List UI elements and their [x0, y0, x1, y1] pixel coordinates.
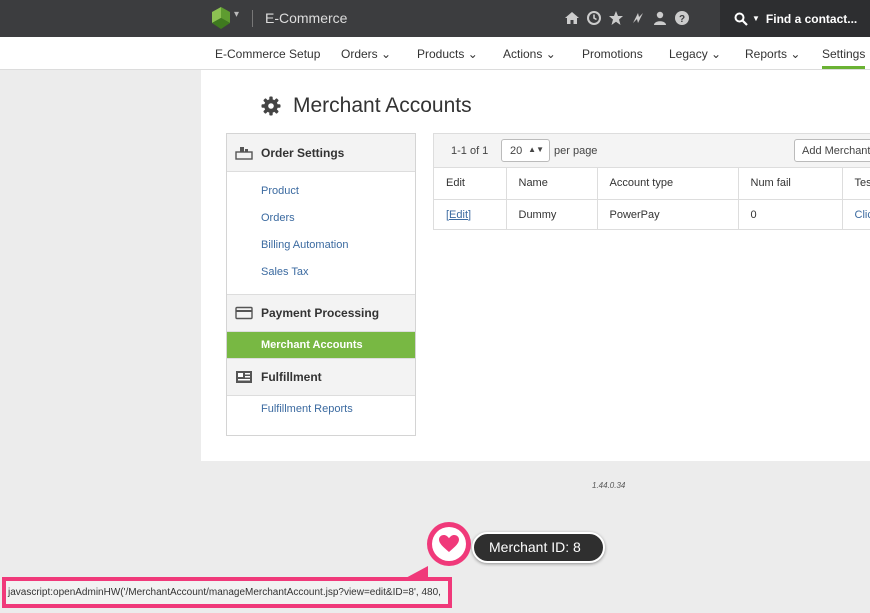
contact-search[interactable]: ▼ Find a contact... [720, 0, 870, 37]
star-icon[interactable] [608, 10, 624, 26]
add-merchant-account-button[interactable]: Add Merchant Account [794, 139, 870, 162]
chevron-down-icon: ⌄ [381, 47, 392, 61]
merchant-id-tooltip: Merchant ID: 8 [472, 532, 605, 563]
column-header-account-type[interactable]: Account type [597, 168, 739, 200]
select-arrows-icon: ▲▼ [528, 145, 544, 154]
merchant-accounts-panel: 1-1 of 1 20 ▲▼ per page Add Merchant Acc… [433, 97, 870, 231]
merchant-accounts-table: Edit Name Account type Num fail Test [Ed… [434, 168, 870, 230]
sidebar-item-fulfillment-reports[interactable]: Fulfillment Reports [227, 396, 415, 423]
status-bar: javascript:openAdminHW('/MerchantAccount… [2, 577, 452, 608]
nav-promotions[interactable]: Promotions [582, 47, 643, 61]
home-icon[interactable] [564, 10, 580, 26]
help-icon[interactable]: ? [674, 10, 690, 26]
column-header-test[interactable]: Test [842, 168, 870, 200]
table-row: [Edit] Dummy PowerPay 0 Click [434, 199, 870, 230]
divider [252, 10, 253, 27]
credit-card-icon [235, 306, 253, 320]
sidebar-item-sales-tax[interactable]: Sales Tax [227, 259, 415, 286]
pagination-bar: 1-1 of 1 20 ▲▼ per page Add Merchant Acc… [434, 134, 870, 168]
nav-orders[interactable]: Orders ⌄ [341, 47, 391, 61]
sidebar-item-billing-automation[interactable]: Billing Automation [227, 232, 415, 259]
cell-edit: [Edit] [434, 199, 507, 230]
section-payment-processing[interactable]: Payment Processing [227, 294, 415, 332]
chevron-down-icon: ⌄ [711, 47, 722, 61]
heart-badge [427, 522, 471, 566]
main-nav: E-Commerce Setup Orders ⌄ Products ⌄ Act… [0, 37, 870, 70]
cell-name: Dummy [506, 199, 598, 230]
chevron-down-icon: ⌄ [467, 47, 478, 61]
chevron-down-icon[interactable]: ▾ [234, 9, 239, 20]
nav-actions[interactable]: Actions ⌄ [503, 47, 556, 61]
logo-icon[interactable] [212, 7, 230, 29]
app-title: E-Commerce [265, 10, 348, 26]
per-page-label: per page [554, 145, 598, 157]
search-placeholder: Find a contact... [765, 11, 858, 26]
sidebar-item-orders[interactable]: Orders [227, 205, 415, 232]
column-header-name[interactable]: Name [506, 168, 598, 200]
cell-account-type: PowerPay [597, 199, 739, 230]
search-icon [734, 12, 748, 26]
nav-ecommerce-setup[interactable]: E-Commerce Setup [215, 47, 320, 61]
column-header-num-fail[interactable]: Num fail [738, 168, 843, 200]
per-page-select[interactable]: 20 ▲▼ [501, 139, 550, 162]
test-link[interactable]: Click [855, 209, 870, 221]
nav-reports[interactable]: Reports ⌄ [745, 47, 800, 61]
panel-frame: 1-1 of 1 20 ▲▼ per page Add Merchant Acc… [433, 133, 870, 230]
version-label: 1.44.0.34 [592, 481, 626, 490]
nav-products[interactable]: Products ⌄ [417, 47, 478, 61]
sidebar-item-merchant-accounts[interactable]: Merchant Accounts [227, 332, 415, 358]
svg-text:?: ? [679, 14, 685, 25]
result-range: 1-1 of 1 [451, 145, 489, 157]
order-settings-icon [235, 146, 253, 160]
section-order-settings[interactable]: Order Settings [227, 134, 415, 172]
sidebar-item-product[interactable]: Product [227, 178, 415, 205]
edit-link[interactable]: [Edit] [446, 209, 471, 221]
chevron-down-icon: ⌄ [790, 47, 801, 61]
nav-settings[interactable]: Settings [822, 47, 866, 69]
clock-icon[interactable] [586, 10, 602, 26]
cell-test: Click [842, 199, 870, 230]
table-header-row: Edit Name Account type Num fail Test [434, 168, 870, 200]
chevron-down-icon: ⌄ [545, 47, 556, 61]
gear-icon [261, 96, 281, 116]
top-bar: ▾ E-Commerce ? ▼ Find a contact... [0, 0, 870, 37]
cell-num-fail: 0 [738, 199, 843, 230]
column-header-edit[interactable]: Edit [434, 168, 507, 200]
fulfillment-icon [236, 371, 252, 383]
heart-icon [439, 535, 459, 552]
nav-legacy[interactable]: Legacy ⌄ [669, 47, 721, 61]
section-fulfillment[interactable]: Fulfillment [227, 358, 415, 396]
chevron-down-icon: ▼ [752, 14, 760, 23]
callout-pointer [402, 566, 428, 580]
heart-badge-inner [432, 527, 466, 561]
sync-icon[interactable] [630, 10, 646, 26]
settings-sidebar: Order Settings Product Orders Billing Au… [226, 133, 416, 436]
user-icon[interactable] [652, 10, 668, 26]
